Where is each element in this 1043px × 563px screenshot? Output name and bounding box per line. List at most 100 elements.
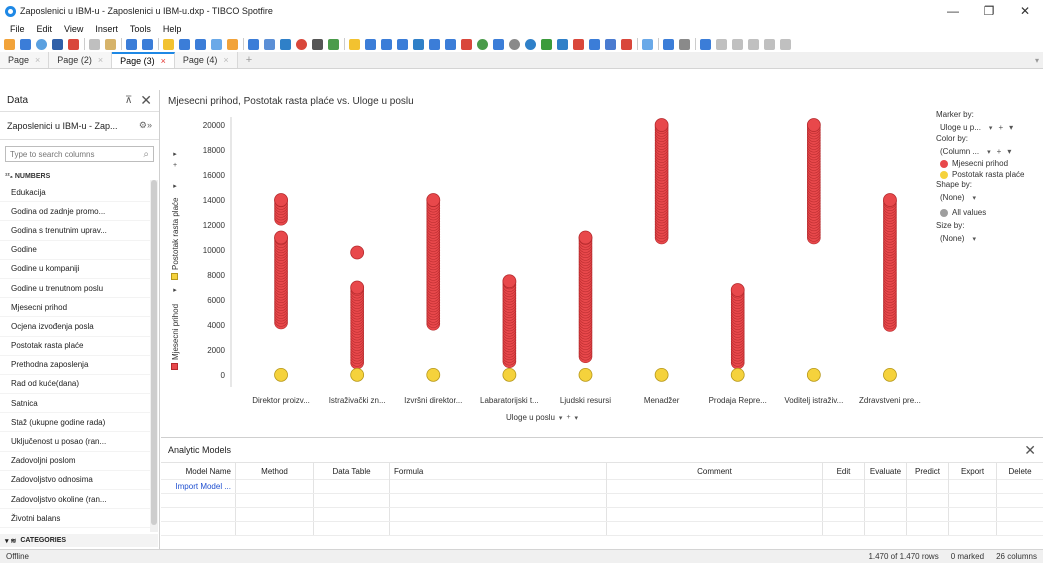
column-header[interactable]: Export bbox=[949, 463, 997, 480]
waterfall-icon[interactable] bbox=[621, 38, 632, 50]
lightbulb-icon[interactable] bbox=[349, 38, 360, 50]
plus-icon[interactable]: + bbox=[566, 414, 570, 421]
graphical-table-icon[interactable] bbox=[280, 38, 291, 50]
legend-item-postotak[interactable]: Postotak rasta plaće bbox=[936, 169, 1041, 180]
heat-map-icon[interactable] bbox=[557, 38, 568, 50]
plus-icon[interactable]: + bbox=[998, 123, 1003, 132]
layout-grid-icon[interactable] bbox=[700, 38, 711, 50]
tab-page-2[interactable]: Page (2) × bbox=[49, 52, 113, 68]
chevron-down-icon[interactable]: ▾ bbox=[972, 235, 976, 243]
scatter-plot-icon[interactable] bbox=[493, 38, 504, 50]
tags-icon[interactable] bbox=[227, 38, 238, 50]
search-input[interactable] bbox=[10, 149, 135, 159]
refresh-icon[interactable] bbox=[36, 38, 47, 50]
kpi-chart-icon[interactable] bbox=[312, 38, 323, 50]
chevron-down-icon[interactable]: ▾ bbox=[1031, 52, 1043, 68]
column-item[interactable]: Ocjena izvođenja posla bbox=[0, 317, 150, 337]
layout-rows-icon[interactable] bbox=[748, 38, 759, 50]
close-icon[interactable]: × bbox=[223, 55, 228, 65]
column-item[interactable]: Prethodna zaposlenja bbox=[0, 356, 150, 375]
details-icon[interactable] bbox=[195, 38, 206, 50]
close-icon[interactable]: × bbox=[35, 55, 40, 65]
add-page-button[interactable]: + bbox=[238, 52, 260, 68]
column-item[interactable]: Rad od kuće(dana) bbox=[0, 375, 150, 395]
summary-table-icon[interactable] bbox=[589, 38, 600, 50]
export-icon[interactable] bbox=[68, 38, 79, 50]
shape-by-selector[interactable]: (None) ▾ bbox=[936, 191, 1041, 204]
text-area-icon-2[interactable] bbox=[642, 38, 653, 50]
3d-scatter-icon[interactable] bbox=[509, 38, 520, 50]
data-functions-icon[interactable] bbox=[663, 38, 674, 50]
undo-icon[interactable] bbox=[126, 38, 137, 50]
chevron-down-icon[interactable]: ▾ bbox=[1009, 123, 1013, 132]
box-plot-icon[interactable] bbox=[605, 38, 616, 50]
column-header[interactable]: Delete bbox=[997, 463, 1043, 480]
add-data-icon[interactable] bbox=[20, 38, 31, 50]
bookmark-icon[interactable] bbox=[163, 38, 174, 50]
close-icon[interactable]: ✕ bbox=[140, 92, 152, 109]
treemap-icon[interactable] bbox=[541, 38, 552, 50]
data-source-selector[interactable]: Zaposlenici u IBM-u - Zap... ⚙» bbox=[0, 112, 159, 140]
tab-page-3[interactable]: Page (3) × bbox=[112, 52, 175, 68]
paste-icon[interactable] bbox=[105, 38, 116, 50]
column-item[interactable]: Uključenost u posao (ran... bbox=[0, 432, 150, 452]
x-axis-selector[interactable]: Uloge u poslu ▾ + ▾ bbox=[506, 413, 578, 422]
chevron-down-icon[interactable]: ▾ bbox=[987, 148, 991, 156]
column-item[interactable]: Staž (ukupne godine rada) bbox=[0, 413, 150, 433]
categories-section-header[interactable]: ▾ ≋ CATEGORIES bbox=[0, 534, 158, 547]
menu-file[interactable]: File bbox=[4, 24, 31, 34]
column-item[interactable]: Postotak rasta plaće bbox=[0, 337, 150, 356]
save-icon[interactable] bbox=[52, 38, 63, 50]
chevron-down-icon[interactable]: ▾ bbox=[575, 414, 579, 422]
column-header[interactable]: Edit bbox=[823, 463, 865, 480]
column-item[interactable]: Godine u trenutnom poslu bbox=[0, 279, 150, 299]
close-icon[interactable]: × bbox=[161, 56, 166, 66]
open-file-icon[interactable] bbox=[4, 38, 15, 50]
table-visualization-icon[interactable] bbox=[248, 38, 259, 50]
column-item[interactable]: Godina s trenutnim uprav... bbox=[0, 221, 150, 241]
gear-icon[interactable]: ⚙» bbox=[139, 120, 152, 131]
search-columns-field[interactable]: ⌕ bbox=[5, 146, 154, 162]
column-item[interactable]: Zadovoljstvo odnosima bbox=[0, 471, 150, 490]
chevron-down-icon[interactable]: ▾ bbox=[559, 414, 563, 422]
column-header[interactable]: Predict bbox=[907, 463, 949, 480]
minimize-button[interactable]: — bbox=[935, 0, 971, 22]
graphical-table-icon-2[interactable] bbox=[397, 38, 408, 50]
settings-icon[interactable] bbox=[679, 38, 690, 50]
maximize-button[interactable]: ❐ bbox=[971, 0, 1007, 22]
close-icon[interactable]: ✕ bbox=[1024, 442, 1036, 459]
line-chart-icon[interactable] bbox=[445, 38, 456, 50]
chart-plot-area[interactable]: 0 2000 4000 6000 8000 10000 12000 14000 16000 180… bbox=[161, 90, 921, 430]
filter-icon[interactable] bbox=[179, 38, 190, 50]
menu-help[interactable]: Help bbox=[157, 24, 188, 34]
parallel-coords-icon[interactable] bbox=[573, 38, 584, 50]
numbers-section-header[interactable]: ¹²₃ NUMBERS bbox=[0, 170, 150, 183]
size-by-selector[interactable]: (None) ▾ bbox=[936, 232, 1041, 245]
bar-chart-icon[interactable] bbox=[413, 38, 424, 50]
column-header[interactable]: Method bbox=[236, 463, 314, 480]
menu-edit[interactable]: Edit bbox=[31, 24, 59, 34]
column-header[interactable]: Comment bbox=[607, 463, 823, 480]
chevron-down-icon[interactable]: ▾ bbox=[1007, 147, 1011, 156]
import-model-link[interactable]: Import Model ... bbox=[161, 480, 236, 493]
menu-insert[interactable]: Insert bbox=[89, 24, 124, 34]
column-item[interactable]: Godina od zadnje promo... bbox=[0, 202, 150, 222]
tab-page-4[interactable]: Page (4) × bbox=[174, 52, 238, 68]
marker-by-selector[interactable]: Uloge u p... ▾ + ▾ bbox=[936, 121, 1041, 134]
combination-chart-2-icon[interactable] bbox=[461, 38, 472, 50]
menu-view[interactable]: View bbox=[58, 24, 89, 34]
combination-chart-icon[interactable] bbox=[429, 38, 440, 50]
close-icon[interactable]: × bbox=[98, 55, 103, 65]
close-window-button[interactable]: ✕ bbox=[1007, 0, 1043, 22]
pin-icon[interactable]: ⊼ bbox=[125, 95, 132, 106]
maximize-viz-icon[interactable] bbox=[764, 38, 775, 50]
cross-table-icon[interactable] bbox=[264, 38, 275, 50]
layout-split-icon[interactable] bbox=[716, 38, 727, 50]
table-icon[interactable] bbox=[365, 38, 376, 50]
restore-viz-icon[interactable] bbox=[780, 38, 791, 50]
map-icon[interactable] bbox=[525, 38, 536, 50]
column-header[interactable]: Evaluate bbox=[865, 463, 907, 480]
column-item[interactable]: Godine u kompaniji bbox=[0, 260, 150, 279]
column-item[interactable]: Satnica bbox=[0, 394, 150, 414]
color-by-selector[interactable]: (Column ... ▾ + ▾ bbox=[936, 145, 1041, 158]
